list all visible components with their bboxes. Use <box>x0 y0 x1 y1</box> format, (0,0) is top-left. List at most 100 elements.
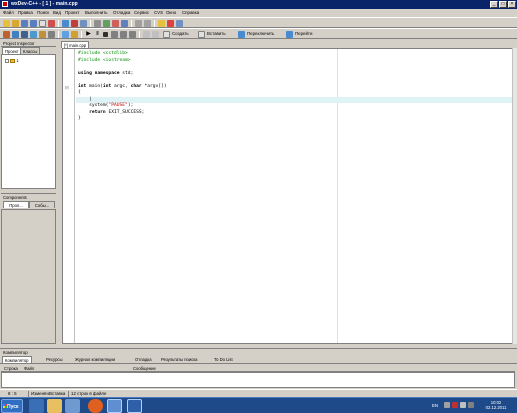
tab-compiler[interactable]: Компилятор <box>2 356 32 363</box>
tab-resources[interactable]: Ресурсы <box>44 356 65 363</box>
remove-file-icon[interactable] <box>112 20 119 27</box>
undo-icon[interactable] <box>62 20 69 27</box>
tab-search-results[interactable]: Результаты поиска <box>159 356 200 363</box>
insert-icon[interactable] <box>198 31 205 38</box>
grid-icon[interactable] <box>135 20 142 27</box>
toggle-icon[interactable] <box>238 31 245 38</box>
align-icon[interactable] <box>144 20 151 27</box>
goto-label[interactable]: Перейти <box>295 31 312 36</box>
about-icon[interactable] <box>176 20 183 27</box>
project-icon[interactable] <box>94 20 101 27</box>
code-line[interactable]: #include <cstdlib> <box>78 51 128 57</box>
tab-todo[interactable]: To Do List <box>212 356 235 363</box>
menu-window[interactable]: Окно <box>166 10 176 15</box>
code-line[interactable]: } <box>78 116 81 122</box>
play-icon[interactable]: ▶ <box>85 31 92 38</box>
col-message[interactable]: Сообщение <box>133 366 156 371</box>
new-label[interactable]: Создать <box>172 31 189 36</box>
step-into-icon[interactable] <box>120 31 127 38</box>
tab-compile-log[interactable]: Журнал компиляции <box>73 356 117 363</box>
menu-debug[interactable]: Отладка <box>113 10 130 15</box>
unindent-icon[interactable] <box>152 31 159 38</box>
tab-events[interactable]: Собы... <box>29 201 55 208</box>
class-browser-icon[interactable] <box>39 31 46 38</box>
minimize-button[interactable]: _ <box>490 1 498 8</box>
col-line[interactable]: Строка <box>4 366 18 371</box>
tab-project[interactable]: Проект <box>2 47 22 54</box>
code-token: #include <cstdlib> <box>78 51 128 56</box>
bulb-icon[interactable] <box>158 20 165 27</box>
fold-icon[interactable]: ⊟ <box>65 85 69 91</box>
code-line[interactable]: int main(int argc, char *argv[]) <box>78 84 167 90</box>
code-line[interactable]: #include <iostream> <box>78 58 131 64</box>
start-button[interactable]: Пуск <box>1 399 23 413</box>
col-file[interactable]: Файл <box>24 366 34 371</box>
save-all-icon[interactable] <box>30 20 37 27</box>
indent-icon[interactable] <box>143 31 150 38</box>
window-icon[interactable] <box>107 399 122 413</box>
project-inspector-title: Project Inspector <box>3 41 35 46</box>
step-over-icon[interactable] <box>111 31 118 38</box>
explorer-icon[interactable] <box>47 399 62 413</box>
ie-icon[interactable] <box>29 399 44 413</box>
menu-cvs[interactable]: CVS <box>154 10 163 15</box>
find-icon[interactable] <box>80 20 87 27</box>
new-icon[interactable] <box>163 31 170 38</box>
menu-view[interactable]: Вид <box>53 10 61 15</box>
toggle-label[interactable]: Переключить <box>247 31 274 36</box>
menu-tools[interactable]: Сервис <box>134 10 149 15</box>
devcpp-taskbar-icon[interactable] <box>127 399 142 413</box>
media-icon[interactable] <box>65 399 80 413</box>
settings-icon[interactable] <box>71 31 78 38</box>
code-line[interactable]: { <box>78 90 81 96</box>
menu-help[interactable]: Справка <box>182 10 199 15</box>
close-button[interactable]: × <box>508 1 516 8</box>
insert-label[interactable]: Вставить <box>207 31 226 36</box>
clock[interactable]: 10:02 02.12.2011 <box>478 400 514 410</box>
language-indicator[interactable]: EN <box>432 403 438 408</box>
menu-run[interactable]: Выполнить <box>85 10 108 15</box>
rebuild-icon[interactable] <box>30 31 37 38</box>
compile-icon[interactable] <box>3 31 10 38</box>
maximize-button[interactable]: □ <box>499 1 507 8</box>
project-tree: 1 <box>1 54 56 189</box>
tab-debug[interactable]: Отладка <box>133 356 154 363</box>
project-options-icon[interactable] <box>121 20 128 27</box>
run-icon[interactable] <box>12 31 19 38</box>
code-line[interactable]: | <box>78 97 92 103</box>
code-line[interactable]: using namespace std; <box>78 71 133 77</box>
close-file-icon[interactable] <box>39 20 46 27</box>
menu-edit[interactable]: Правка <box>18 10 33 15</box>
print-icon[interactable] <box>48 20 55 27</box>
firefox-icon[interactable] <box>88 399 103 413</box>
menu-file[interactable]: Файл <box>3 10 14 15</box>
open-icon[interactable] <box>12 20 19 27</box>
menu-search[interactable]: Поиск <box>37 10 49 15</box>
vertical-scrollbar[interactable] <box>512 48 517 344</box>
save-icon[interactable] <box>21 20 28 27</box>
debug-icon[interactable] <box>48 31 55 38</box>
tray-security-icon[interactable] <box>452 402 458 408</box>
code-editor[interactable]: ⊟ #include <cstdlib> #include <iostream> u… <box>62 48 517 344</box>
tree-node-project[interactable]: 1 <box>5 58 19 63</box>
add-file-icon[interactable] <box>103 20 110 27</box>
redo-icon[interactable] <box>71 20 78 27</box>
check-icon[interactable] <box>62 31 69 38</box>
code-line[interactable]: return EXIT_SUCCESS; <box>78 110 144 116</box>
tray-flag-icon[interactable] <box>460 402 466 408</box>
help-icon[interactable] <box>167 20 174 27</box>
code-line[interactable]: system("PAUSE"); <box>78 103 133 109</box>
stop-icon[interactable] <box>103 32 108 37</box>
tab-classes[interactable]: Классы <box>20 47 41 54</box>
tray-network-icon[interactable] <box>468 402 474 408</box>
tab-main-cpp[interactable]: [*] main.cpp <box>61 41 90 48</box>
step-out-icon[interactable] <box>129 31 136 38</box>
expand-icon[interactable] <box>5 58 9 63</box>
pause-icon[interactable]: ‖ <box>94 31 101 38</box>
compile-run-icon[interactable] <box>21 31 28 38</box>
menu-project[interactable]: Проект <box>65 10 79 15</box>
goto-icon[interactable] <box>286 31 293 38</box>
tab-properties[interactable]: Проп... <box>3 201 29 208</box>
new-file-icon[interactable] <box>3 20 10 27</box>
tray-arrow-icon[interactable] <box>444 402 450 408</box>
